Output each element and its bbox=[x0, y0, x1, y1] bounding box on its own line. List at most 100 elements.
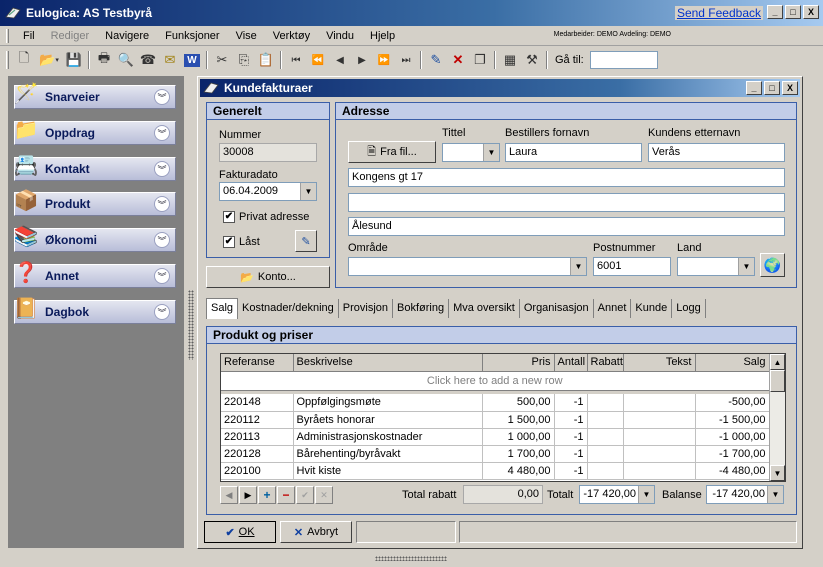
table-row[interactable]: 220100 Hvit kiste 4 480,00 -1 -4 480,00 bbox=[221, 462, 770, 480]
first-record-icon[interactable]: ⏮ bbox=[285, 49, 307, 71]
chevron-down-icon[interactable]: ︾ bbox=[154, 304, 170, 320]
tittel-select[interactable]: ▼ bbox=[442, 143, 500, 162]
scroll-thumb[interactable] bbox=[770, 370, 785, 392]
menu-fil[interactable]: Fil bbox=[15, 30, 43, 42]
table-row[interactable]: 220148 Oppfølgingsmøte 500,00 -1 -500,00 bbox=[221, 394, 770, 412]
invoice-window-titlebar[interactable]: Kundefakturaer _ □ X bbox=[200, 79, 800, 97]
tab-mva-oversikt[interactable]: Mva oversikt bbox=[449, 299, 520, 318]
column-header[interactable]: Beskrivelse bbox=[293, 354, 483, 372]
checkbox-box[interactable]: ✔ bbox=[223, 211, 235, 223]
address-line3-input[interactable]: Ålesund bbox=[348, 217, 785, 236]
menu-hjelp[interactable]: Hjelp bbox=[362, 30, 403, 42]
balanse-field[interactable]: -17 420,00 ▼ bbox=[706, 485, 784, 504]
cell-rabatt[interactable] bbox=[587, 428, 624, 446]
goto-input[interactable] bbox=[589, 51, 658, 69]
cell-rabatt[interactable] bbox=[587, 394, 624, 412]
cell-tekst[interactable] bbox=[623, 411, 696, 429]
chevron-down-icon[interactable]: ▼ bbox=[570, 258, 586, 275]
cell-tekst[interactable] bbox=[623, 445, 696, 463]
maximize-button[interactable]: □ bbox=[785, 5, 801, 19]
nav-okonomi[interactable]: 📚 Økonomi ︾ bbox=[14, 226, 176, 252]
table-row[interactable]: 220128 Bårehenting/byråvakt 1 700,00 -1 … bbox=[221, 445, 770, 463]
print-preview-icon[interactable]: 🔍 bbox=[115, 49, 137, 71]
menu-vise[interactable]: Vise bbox=[228, 30, 265, 42]
chevron-down-icon[interactable]: ︾ bbox=[154, 268, 170, 284]
grid-vertical-scrollbar[interactable]: ▲ ▼ bbox=[769, 354, 785, 481]
add-new-row[interactable]: Click here to add a new row bbox=[221, 371, 770, 391]
nav-next-icon[interactable]: ▶ bbox=[239, 486, 257, 504]
copy-record-icon[interactable]: ❐ bbox=[469, 49, 491, 71]
cell-salg[interactable]: -1 700,00 bbox=[695, 445, 770, 463]
cell-pris[interactable]: 1 500,00 bbox=[482, 411, 555, 429]
chevron-down-icon[interactable]: ▼ bbox=[638, 486, 654, 503]
last-record-icon[interactable]: ⏭ bbox=[395, 49, 417, 71]
word-icon[interactable]: W bbox=[181, 49, 203, 71]
menu-verktoy[interactable]: Verktøy bbox=[265, 30, 318, 42]
privat-adresse-checkbox[interactable]: ✔ Privat adresse bbox=[223, 211, 309, 223]
cell-rabatt[interactable] bbox=[587, 411, 624, 429]
cell-antall[interactable]: -1 bbox=[554, 445, 588, 463]
chevron-down-icon[interactable]: ︾ bbox=[154, 89, 170, 105]
chevron-down-icon[interactable]: ︾ bbox=[154, 125, 170, 141]
chevron-down-icon[interactable]: ▼ bbox=[483, 144, 499, 161]
ok-button[interactable]: ✔ OK bbox=[204, 521, 276, 543]
toolbar-grip[interactable] bbox=[6, 51, 9, 69]
previous-record-icon[interactable]: ◀ bbox=[329, 49, 351, 71]
cell-desc[interactable]: Hvit kiste bbox=[293, 462, 483, 480]
child-close-button[interactable]: X bbox=[782, 81, 798, 95]
chevron-down-icon[interactable]: ▼ bbox=[300, 183, 316, 200]
column-header[interactable]: Salg bbox=[695, 354, 770, 372]
laast-checkbox[interactable]: ✔ Låst bbox=[223, 236, 260, 248]
menubar-grip[interactable] bbox=[6, 28, 9, 43]
column-header[interactable]: Rabatt bbox=[587, 354, 624, 372]
chevron-down-icon[interactable]: ▼ bbox=[738, 258, 754, 275]
edit-lock-button[interactable]: ✎ bbox=[295, 230, 317, 252]
tab-kostnader[interactable]: Kostnader/dekning bbox=[238, 299, 339, 318]
nav-oppdrag[interactable]: 📁 Oppdrag ︾ bbox=[14, 119, 176, 145]
cell-pris[interactable]: 1 000,00 bbox=[482, 428, 555, 446]
next-page-icon[interactable]: ⏩ bbox=[373, 49, 395, 71]
print-icon[interactable]: 🖶 bbox=[93, 49, 115, 71]
fra-fil-button[interactable]: 🗎 Fra fil... bbox=[348, 141, 436, 163]
scroll-up-icon[interactable]: ▲ bbox=[770, 354, 785, 370]
fakturadato-picker[interactable]: 06.04.2009 ▼ bbox=[219, 182, 317, 201]
child-maximize-button[interactable]: □ bbox=[764, 81, 780, 95]
globe-button[interactable]: 🌍 bbox=[760, 253, 785, 277]
tab-annet[interactable]: Annet bbox=[594, 299, 632, 318]
cell-antall[interactable]: -1 bbox=[554, 394, 588, 412]
land-select[interactable]: ▼ bbox=[677, 257, 755, 276]
cell-rabatt[interactable] bbox=[587, 462, 624, 480]
chevron-down-icon[interactable]: ▼ bbox=[767, 486, 783, 503]
chevron-down-icon[interactable]: ︾ bbox=[154, 196, 170, 212]
email-icon[interactable]: ✉ bbox=[159, 49, 181, 71]
nav-snarveier[interactable]: 🪄 Snarveier ︾ bbox=[14, 83, 176, 109]
column-header[interactable]: Referanse bbox=[221, 354, 294, 372]
avbryt-button[interactable]: ✕ Avbryt bbox=[280, 521, 352, 543]
new-document-icon[interactable]: 🗋 bbox=[13, 49, 35, 71]
cell-ref[interactable]: 220128 bbox=[221, 445, 294, 463]
cell-antall[interactable]: -1 bbox=[554, 462, 588, 480]
send-feedback-link[interactable]: Send Feedback bbox=[674, 6, 763, 20]
cell-pris[interactable]: 4 480,00 bbox=[482, 462, 555, 480]
calculator-icon[interactable]: ▦ bbox=[499, 49, 521, 71]
table-row[interactable]: 220112 Byråets honorar 1 500,00 -1 -1 50… bbox=[221, 411, 770, 429]
cell-desc[interactable]: Bårehenting/byråvakt bbox=[293, 445, 483, 463]
paste-icon[interactable]: 📋 bbox=[255, 49, 277, 71]
cell-rabatt[interactable] bbox=[587, 445, 624, 463]
tab-logg[interactable]: Logg bbox=[672, 299, 706, 318]
panel-splitter[interactable] bbox=[188, 290, 194, 360]
cell-antall[interactable]: -1 bbox=[554, 411, 588, 429]
tools-icon[interactable]: ⚒ bbox=[521, 49, 543, 71]
resize-grip[interactable] bbox=[375, 556, 447, 561]
cell-ref[interactable]: 220112 bbox=[221, 411, 294, 429]
cell-ref[interactable]: 220113 bbox=[221, 428, 294, 446]
cell-desc[interactable]: Administrasjonskostnader bbox=[293, 428, 483, 446]
confirm-icon[interactable]: ✔ bbox=[296, 486, 314, 504]
table-row[interactable]: 220113 Administrasjonskostnader 1 000,00… bbox=[221, 428, 770, 446]
tab-salg[interactable]: Salg bbox=[206, 298, 239, 319]
close-button[interactable]: X bbox=[803, 5, 819, 19]
nav-annet[interactable]: ❓ Annet ︾ bbox=[14, 262, 176, 288]
cell-tekst[interactable] bbox=[623, 394, 696, 412]
cell-ref[interactable]: 220148 bbox=[221, 394, 294, 412]
konto-button[interactable]: 📂 Konto... bbox=[206, 266, 330, 288]
